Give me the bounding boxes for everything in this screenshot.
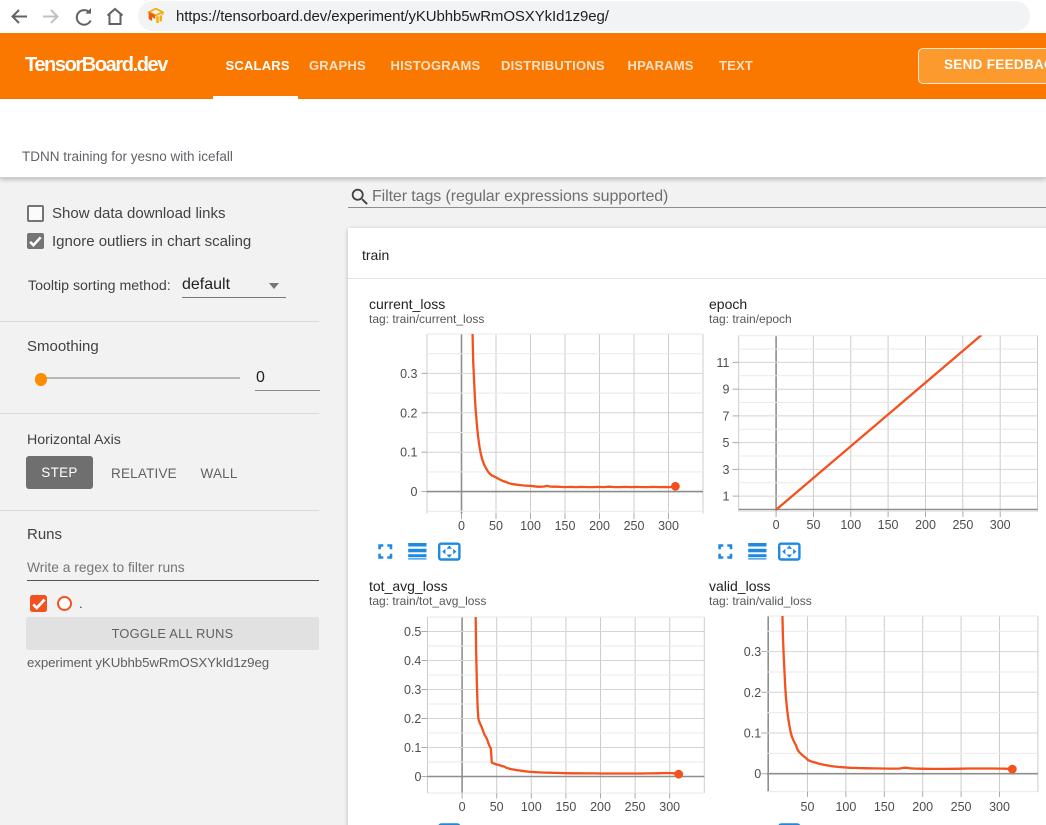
svg-text:0.4: 0.4 bbox=[404, 654, 421, 668]
svg-text:150: 150 bbox=[878, 518, 899, 532]
svg-text:0: 0 bbox=[411, 485, 418, 499]
svg-text:9: 9 bbox=[723, 383, 730, 397]
svg-text:0.3: 0.3 bbox=[400, 367, 417, 381]
svg-text:50: 50 bbox=[801, 800, 815, 814]
svg-text:200: 200 bbox=[589, 519, 610, 533]
svg-text:300: 300 bbox=[990, 518, 1011, 532]
svg-text:0.1: 0.1 bbox=[404, 741, 421, 755]
svg-text:0: 0 bbox=[458, 519, 465, 533]
svg-text:300: 300 bbox=[659, 800, 680, 814]
svg-text:150: 150 bbox=[555, 519, 576, 533]
svg-text:100: 100 bbox=[521, 800, 542, 814]
svg-text:0: 0 bbox=[773, 518, 780, 532]
svg-text:100: 100 bbox=[840, 518, 861, 532]
svg-text:0: 0 bbox=[414, 770, 421, 784]
svg-text:0.1: 0.1 bbox=[744, 727, 761, 741]
svg-text:0.3: 0.3 bbox=[404, 683, 421, 697]
svg-text:300: 300 bbox=[658, 519, 679, 533]
svg-text:250: 250 bbox=[625, 800, 646, 814]
svg-text:5: 5 bbox=[723, 436, 730, 450]
svg-text:50: 50 bbox=[489, 519, 503, 533]
svg-text:50: 50 bbox=[490, 800, 504, 814]
svg-text:11: 11 bbox=[717, 356, 730, 370]
svg-text:1: 1 bbox=[723, 490, 730, 504]
svg-text:0.1: 0.1 bbox=[400, 446, 417, 460]
svg-text:7: 7 bbox=[723, 409, 730, 423]
svg-text:150: 150 bbox=[555, 800, 576, 814]
svg-text:0: 0 bbox=[459, 800, 466, 814]
svg-text:0.5: 0.5 bbox=[404, 625, 421, 639]
svg-text:200: 200 bbox=[915, 518, 936, 532]
svg-text:200: 200 bbox=[590, 800, 611, 814]
svg-text:100: 100 bbox=[835, 800, 856, 814]
svg-text:0.2: 0.2 bbox=[404, 712, 421, 726]
svg-text:0.2: 0.2 bbox=[400, 406, 417, 420]
svg-text:300: 300 bbox=[989, 800, 1010, 814]
svg-text:0: 0 bbox=[754, 767, 761, 781]
svg-text:0.2: 0.2 bbox=[744, 686, 761, 700]
svg-text:100: 100 bbox=[520, 519, 541, 533]
svg-text:50: 50 bbox=[807, 518, 821, 532]
svg-text:200: 200 bbox=[912, 800, 933, 814]
svg-text:250: 250 bbox=[624, 519, 645, 533]
svg-text:3: 3 bbox=[723, 463, 730, 477]
svg-text:150: 150 bbox=[874, 800, 895, 814]
svg-text:0.3: 0.3 bbox=[744, 645, 761, 659]
svg-text:250: 250 bbox=[952, 518, 973, 532]
svg-text:250: 250 bbox=[951, 800, 972, 814]
